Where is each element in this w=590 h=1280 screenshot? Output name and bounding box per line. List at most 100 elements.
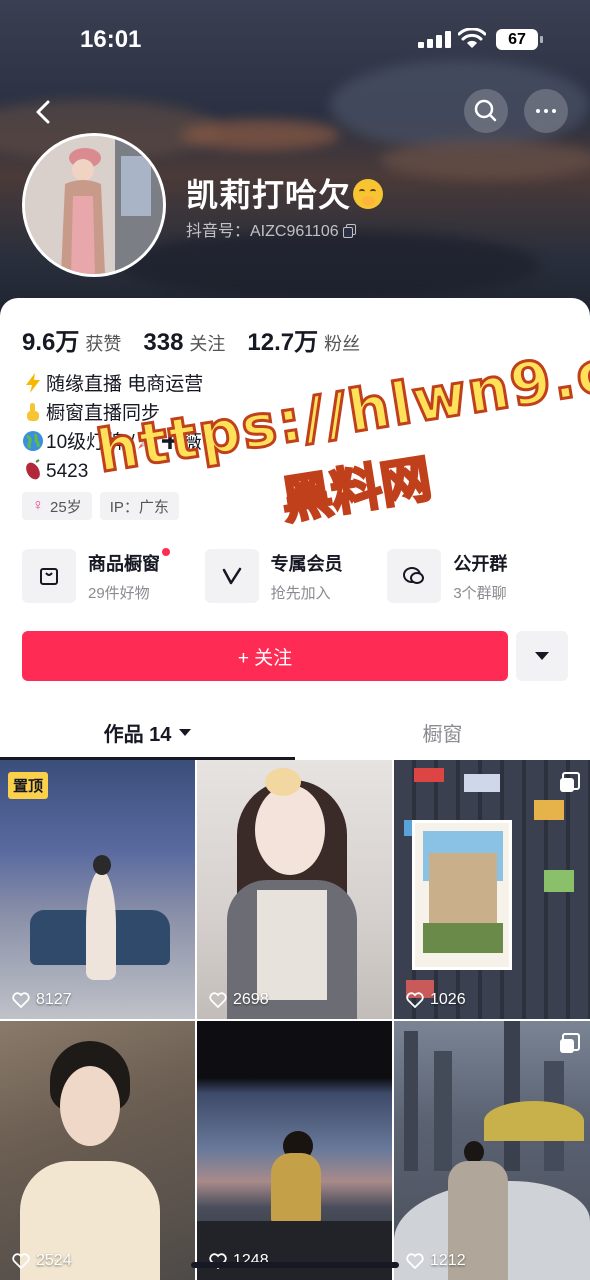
yawning-face-emoji-icon — [353, 179, 384, 209]
video-thumbnail[interactable]: 2698 — [197, 760, 392, 1019]
home-indicator[interactable] — [191, 1262, 399, 1268]
status-bar: 16:01 67 — [0, 0, 590, 80]
person-head — [464, 1141, 484, 1163]
back-button[interactable] — [22, 90, 66, 134]
cloud-decoration — [180, 120, 340, 150]
person-figure — [86, 870, 116, 980]
feature-shop-title: 商品橱窗 — [88, 547, 170, 576]
feature-public-group[interactable]: 公开群 3个群聊 — [387, 548, 570, 604]
bag-icon — [22, 549, 76, 603]
feature-membership-sub: 抢先加入 — [270, 584, 331, 602]
profile-tags: ♀ 25岁 IP：广东 — [22, 492, 179, 520]
chevron-left-icon — [36, 100, 50, 124]
heart-icon — [209, 992, 227, 1008]
video-thumbnail[interactable]: 置顶 8127 — [0, 760, 195, 1019]
cellular-signal-icon — [418, 30, 452, 48]
tab-shop-window[interactable]: 橱窗 — [295, 705, 590, 759]
video-thumbnail[interactable]: 1248 — [197, 1021, 392, 1280]
stat-likes-value: 9.6万 — [22, 329, 80, 356]
age-tag: ♀ 25岁 — [22, 492, 92, 520]
pinned-badge: 置顶 — [8, 772, 49, 799]
stat-following[interactable]: 338 关注 — [143, 329, 225, 357]
more-options-button[interactable] — [524, 89, 568, 133]
magnet — [534, 800, 564, 820]
tab-works[interactable]: 作品 14 — [0, 705, 295, 759]
video-likes: 2698 — [209, 991, 269, 1009]
likes-count: 1212 — [430, 1252, 466, 1269]
stat-following-value: 338 — [143, 329, 184, 356]
building — [504, 1021, 520, 1171]
multi-image-icon — [560, 1033, 580, 1053]
video-likes: 8127 — [12, 991, 72, 1009]
postcard-facade — [429, 853, 497, 923]
ip-text: IP：广东 — [109, 498, 169, 516]
multi-image-icon — [560, 772, 580, 792]
video-thumbnail[interactable]: 1212 — [394, 1021, 590, 1280]
caret-down-icon — [535, 652, 549, 660]
member-v-icon — [204, 549, 259, 603]
copy-icon[interactable] — [342, 224, 356, 238]
battery-indicator: 67 — [496, 29, 543, 50]
building — [404, 1031, 418, 1171]
feature-shop-window[interactable]: 商品橱窗 29件好物 — [22, 547, 205, 604]
feature-membership[interactable]: 专属会员 抢先加入 — [204, 548, 388, 604]
magnet — [464, 774, 500, 792]
recommend-dropdown-button[interactable] — [516, 631, 568, 681]
heart-icon — [406, 1253, 424, 1269]
feature-shop-title-text: 商品橱窗 — [88, 553, 160, 574]
video-likes: 2524 — [12, 1252, 72, 1270]
rocket-icon — [137, 433, 153, 449]
magnet — [544, 870, 574, 892]
stat-followers-label: 粉丝 — [324, 334, 361, 354]
stat-following-label: 关注 — [189, 334, 226, 354]
ip-location-tag: IP：广东 — [99, 492, 179, 520]
sticker-bear-icon — [265, 768, 301, 796]
heart-icon — [406, 992, 424, 1008]
search-button[interactable] — [464, 89, 508, 133]
video-grid: 置顶 8127 2698 1026 2524 1248 1212 — [0, 760, 590, 1280]
search-icon — [474, 99, 497, 122]
follow-button[interactable]: + 关注 — [22, 631, 508, 681]
postcard-image — [412, 820, 512, 970]
stat-likes-label: 获赞 — [85, 334, 122, 354]
bio-line-2: 橱窗直播同步 — [46, 403, 161, 424]
bio-line-4: 5423 — [46, 461, 89, 482]
likes-count: 1026 — [430, 991, 466, 1008]
bio-line: 橱窗直播同步 — [22, 399, 203, 428]
content-tabs: 作品 14 橱窗 — [0, 705, 590, 760]
feature-shop-sub: 29件好物 — [88, 584, 150, 602]
status-time: 16:01 — [80, 26, 142, 53]
bio-line-3: 10级灯牌 / — [46, 432, 135, 453]
video-likes: 1026 — [406, 991, 466, 1009]
magnet — [414, 768, 444, 782]
more-dots-icon — [536, 109, 556, 113]
stat-followers[interactable]: 12.7万 粉丝 — [247, 322, 360, 357]
heart-icon — [12, 1253, 30, 1269]
bio-line: 随缘直播 电商运营 — [22, 370, 203, 399]
feature-membership-title: 专属会员 — [270, 553, 343, 574]
profile-stats: 9.6万 获赞 338 关注 12.7万 粉丝 — [22, 322, 382, 357]
profile-nickname: 凯莉打哈欠 — [186, 170, 384, 216]
douyin-id[interactable]: 抖音号：AIZC961106 — [186, 217, 356, 241]
shirt-shape — [257, 890, 327, 1000]
likes-count: 8127 — [36, 991, 72, 1008]
notification-dot — [162, 547, 170, 556]
douyin-id-text: 抖音号：AIZC961106 — [186, 223, 339, 240]
video-likes: 1212 — [406, 1252, 466, 1270]
tab-works-label: 作品 14 — [103, 723, 172, 746]
feature-entries: 商品橱窗 29件好物 专属会员 抢先加入 公开群 3个群聊 — [22, 547, 570, 604]
bio-line-3-tail: 薇 — [182, 432, 202, 453]
bio-line: 10级灯牌 / 薇 — [22, 428, 203, 457]
caret-down-icon[interactable] — [179, 728, 192, 736]
cloud-decoration — [380, 140, 590, 180]
video-thumbnail[interactable]: 1026 — [394, 760, 590, 1019]
video-thumbnail[interactable]: 2524 — [0, 1021, 195, 1280]
avatar[interactable] — [22, 133, 166, 277]
nickname-text: 凯莉打哈欠 — [186, 177, 352, 213]
stat-likes[interactable]: 9.6万 获赞 — [22, 322, 121, 357]
face-shape — [60, 1066, 120, 1146]
feature-group-text: 公开群 3个群聊 — [453, 550, 507, 603]
person-head — [93, 855, 111, 875]
feature-group-sub: 3个群聊 — [453, 584, 507, 602]
avatar-photo — [25, 136, 163, 274]
